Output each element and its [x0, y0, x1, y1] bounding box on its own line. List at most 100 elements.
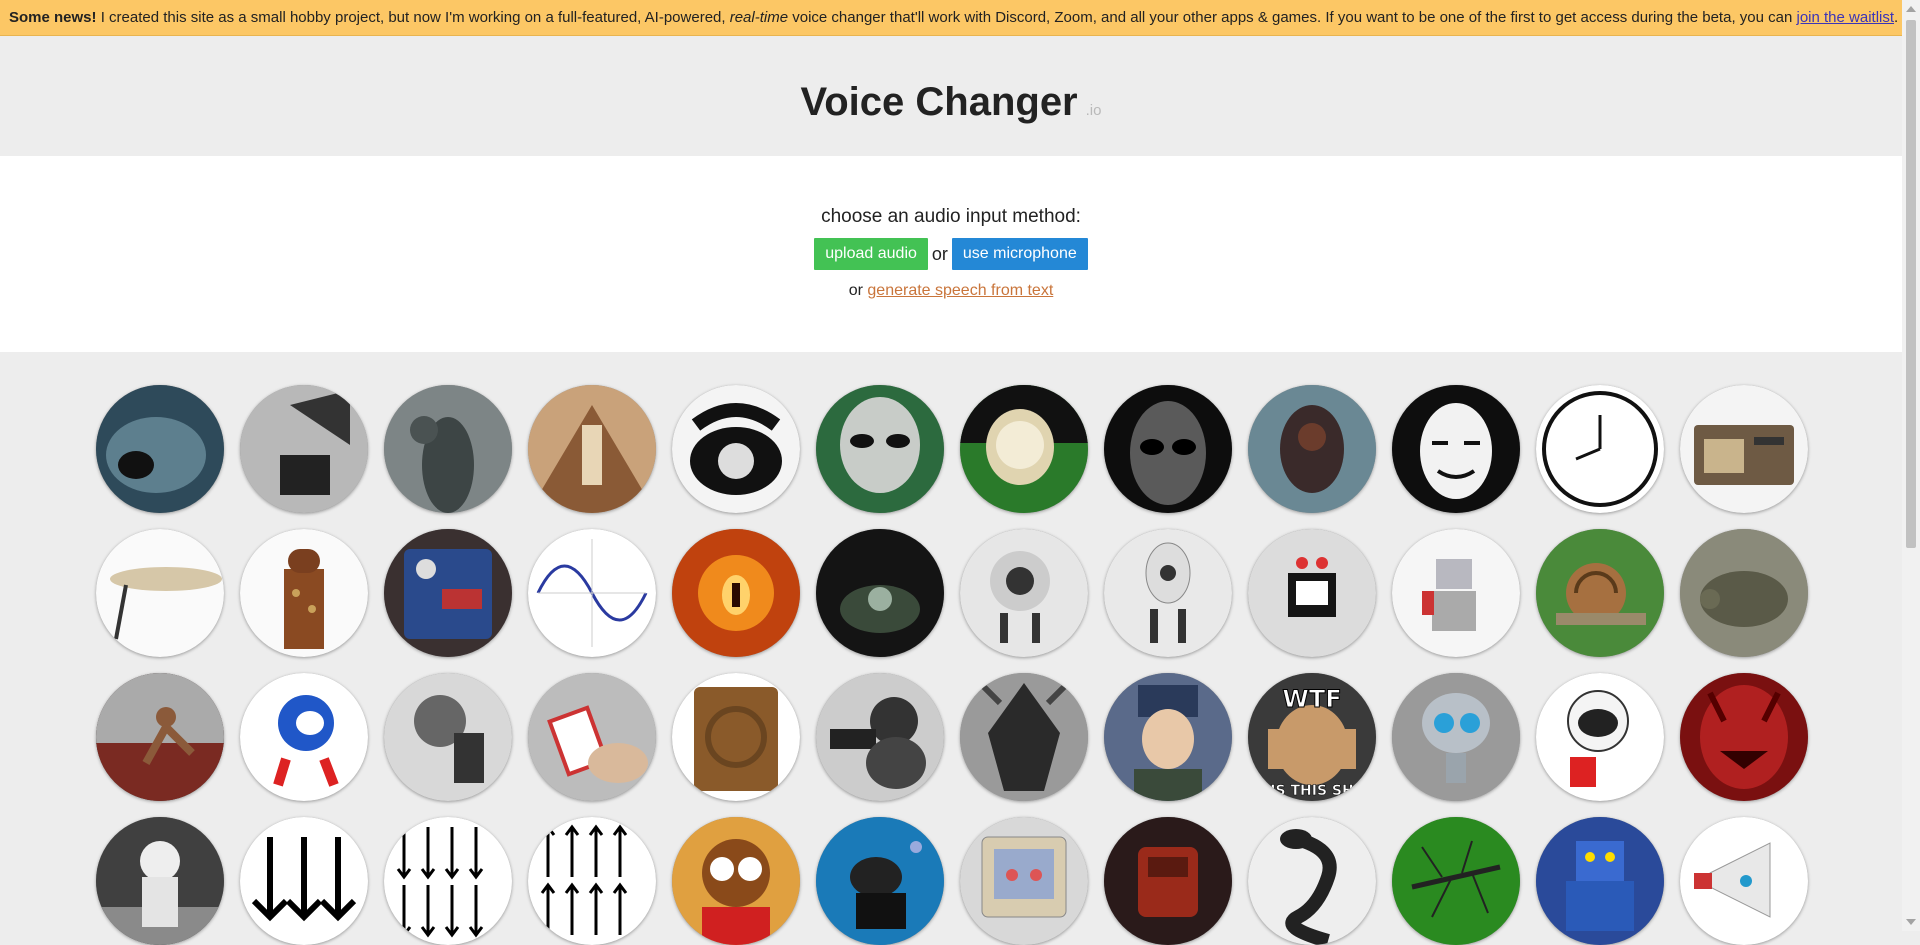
scrollbar-thumb[interactable]: [1906, 20, 1916, 548]
rotary-telephone-icon: [672, 385, 800, 513]
waitlist-link[interactable]: join the waitlist: [1796, 9, 1894, 26]
arrows-down-big-icon: [240, 817, 368, 945]
voice-option-wooden-speaker[interactable]: [672, 673, 800, 801]
site-header: Voice Changer .io: [0, 36, 1902, 156]
voice-option-anonymous-mask[interactable]: [1392, 385, 1520, 513]
voice-option-card-trick[interactable]: [528, 673, 656, 801]
voice-option-sea-monster[interactable]: [96, 385, 224, 513]
or-text: or: [931, 243, 948, 264]
card-trick-icon: [528, 673, 656, 801]
voice-option-rotary-telephone[interactable]: [672, 385, 800, 513]
voice-effects-grid: WTF IS THIS SH: [96, 385, 1816, 945]
use-microphone-button[interactable]: use microphone: [951, 238, 1088, 270]
cave-icon: [816, 529, 944, 657]
voice-option-toy-robot[interactable]: [1392, 529, 1520, 657]
voice-option-snail[interactable]: [1536, 529, 1664, 657]
voice-option-megaphone[interactable]: [1680, 817, 1808, 945]
retro-computer-icon: [960, 817, 1088, 945]
banner-bold: Some news!: [9, 9, 97, 26]
megaphone-icon: [1680, 817, 1808, 945]
banner-end: .: [1894, 9, 1899, 26]
voice-option-arrows-down-big[interactable]: [240, 817, 368, 945]
voice-option-soldier-radio[interactable]: [384, 673, 512, 801]
voice-option-russian-soldier[interactable]: [1104, 673, 1232, 801]
site-title-suffix: .io: [1085, 102, 1102, 119]
voice-option-ghost-hand[interactable]: [384, 385, 512, 513]
voice-option-kirobo-robot[interactable]: [1536, 673, 1664, 801]
voice-option-sonic[interactable]: [240, 673, 368, 801]
input-method-panel: choose an audio input method: upload aud…: [0, 156, 1902, 352]
gir-robot-icon: [1392, 673, 1520, 801]
page-scrollbar[interactable]: [1902, 0, 1920, 931]
sea-monster-icon: [96, 385, 224, 513]
voice-option-gir-robot[interactable]: [1392, 673, 1520, 801]
voice-option-scuba-diver[interactable]: [816, 817, 944, 945]
tv-robot-icon: [1248, 529, 1376, 657]
voice-option-reversed-clock[interactable]: [1536, 385, 1664, 513]
voice-option-white-robot-2[interactable]: [1104, 529, 1232, 657]
upload-audio-button[interactable]: upload audio: [814, 238, 928, 270]
mosquito-icon: [1392, 817, 1520, 945]
voice-option-cathedral[interactable]: [528, 385, 656, 513]
fire-demon-icon: [672, 529, 800, 657]
bell-telephone-icon: [816, 673, 944, 801]
voice-option-dark-lord[interactable]: [960, 673, 1088, 801]
robot-head-icon: [1248, 385, 1376, 513]
voice-option-chipmunk[interactable]: [672, 817, 800, 945]
voice-option-mosquito[interactable]: [1392, 817, 1520, 945]
voice-option-astronaut[interactable]: [96, 817, 224, 945]
scroll-up-arrow-icon[interactable]: [1906, 6, 1916, 12]
voice-option-sine-wave[interactable]: [528, 529, 656, 657]
voice-option-fire-demon[interactable]: [672, 529, 800, 657]
voice-option-white-robot[interactable]: [960, 529, 1088, 657]
wtf-meme-icon: WTF IS THIS SH: [1248, 673, 1376, 801]
cymbal-icon: [96, 529, 224, 657]
voice-option-cobra-robot[interactable]: [1248, 817, 1376, 945]
voice-option-red-devil[interactable]: [1680, 673, 1808, 801]
snail-icon: [1536, 529, 1664, 657]
voice-option-dalek[interactable]: [240, 529, 368, 657]
voice-option-radio[interactable]: [1680, 385, 1808, 513]
generate-speech-link[interactable]: generate speech from text: [867, 282, 1053, 299]
melting-clock-icon: [960, 385, 1088, 513]
sprinter-icon: [96, 673, 224, 801]
voice-option-dark-alien[interactable]: [1104, 385, 1232, 513]
voice-option-red-robot[interactable]: [1104, 817, 1232, 945]
scroll-down-arrow-icon[interactable]: [1906, 919, 1916, 925]
dark-lord-icon: [960, 673, 1088, 801]
voice-option-retro-computer[interactable]: [960, 817, 1088, 945]
voice-option-blue-robot[interactable]: [1536, 817, 1664, 945]
announcement-banner: Some news! I created this site as a smal…: [0, 0, 1902, 36]
wooden-speaker-icon: [672, 673, 800, 801]
banner-text-2: voice changer that'll work with Discord,…: [788, 9, 1797, 26]
voice-option-cymbal[interactable]: [96, 529, 224, 657]
dark-alien-icon: [1104, 385, 1232, 513]
blue-robot-icon: [1536, 817, 1664, 945]
anonymous-mask-icon: [1392, 385, 1520, 513]
voice-option-cave[interactable]: [816, 529, 944, 657]
voice-option-sprinter[interactable]: [96, 673, 224, 801]
sonic-icon: [240, 673, 368, 801]
chipmunk-icon: [672, 817, 800, 945]
turtle-icon: [1680, 529, 1808, 657]
input-buttons-row: upload audio or use microphone: [0, 238, 1902, 270]
arrows-down-small-icon: [384, 817, 512, 945]
white-robot-2-icon: [1104, 529, 1232, 657]
site-title: Voice Changer .io: [0, 80, 1902, 125]
voice-option-arrows-up[interactable]: [528, 817, 656, 945]
voice-option-effects-pedal[interactable]: [384, 529, 512, 657]
voice-option-tv-robot[interactable]: [1248, 529, 1376, 657]
voice-option-robot-head[interactable]: [1248, 385, 1376, 513]
voice-option-alien[interactable]: [816, 385, 944, 513]
voice-option-bell-telephone[interactable]: [816, 673, 944, 801]
red-robot-icon: [1104, 817, 1232, 945]
radio-icon: [1680, 385, 1808, 513]
voice-option-turtle[interactable]: [1680, 529, 1808, 657]
or-text-2: or: [848, 282, 863, 299]
voice-option-wtf-meme[interactable]: WTF IS THIS SH: [1248, 673, 1376, 801]
voice-option-gramophone-horn[interactable]: [240, 385, 368, 513]
voice-option-melting-clock[interactable]: [960, 385, 1088, 513]
voice-option-arrows-down-small[interactable]: [384, 817, 512, 945]
astronaut-icon: [96, 817, 224, 945]
russian-soldier-icon: [1104, 673, 1232, 801]
